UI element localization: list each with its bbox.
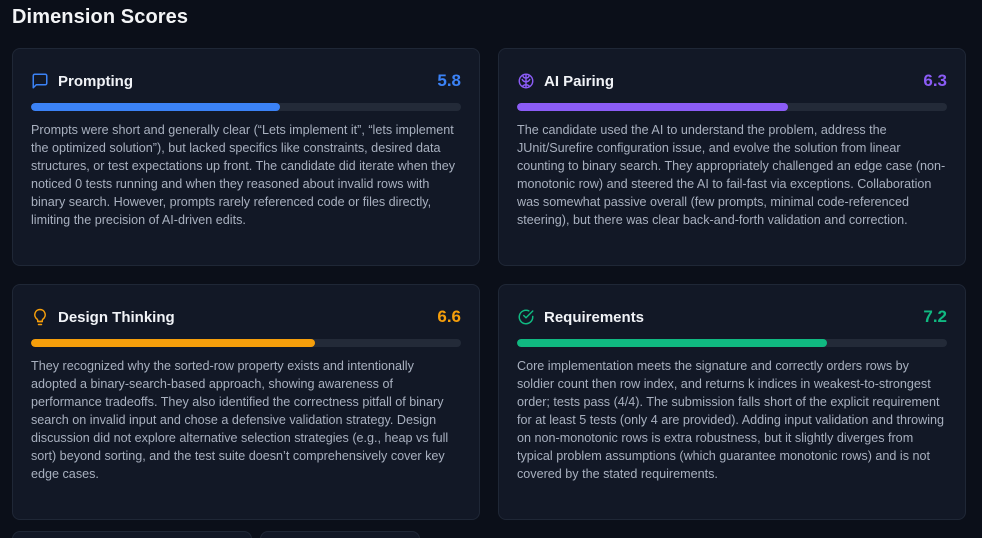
card-header: Requirements 7.2	[517, 305, 947, 329]
score-progress-bar	[31, 339, 461, 347]
card-header: Design Thinking 6.6	[31, 305, 461, 329]
card-title: Prompting	[58, 72, 133, 90]
score-progress-bar	[517, 103, 947, 111]
score-progress-fill	[31, 103, 281, 111]
card-score: 6.6	[437, 307, 461, 326]
check-circle-icon	[517, 308, 535, 326]
card-title: Requirements	[544, 308, 645, 326]
dimension-scores-page: Dimension Scores Prompting 5.8 Prompts w…	[0, 0, 982, 538]
message-square-icon	[31, 72, 49, 90]
score-progress-bar	[31, 103, 461, 111]
next-card-stub	[260, 531, 420, 538]
card-requirements: Requirements 7.2 Core implementation mee…	[498, 284, 966, 520]
card-design-thinking: Design Thinking 6.6 They recognized why …	[12, 284, 480, 520]
card-header: AI Pairing 6.3	[517, 69, 947, 93]
next-card-stub	[12, 531, 252, 538]
lightbulb-icon	[31, 308, 49, 326]
section-title: Dimension Scores	[12, 6, 189, 28]
card-description: The candidate used the AI to understand …	[517, 123, 946, 227]
card-prompting: Prompting 5.8 Prompts were short and gen…	[12, 48, 480, 266]
card-title: AI Pairing	[544, 72, 615, 90]
card-ai-pairing: AI Pairing 6.3 The candidate used the AI…	[498, 48, 966, 266]
card-description: Prompts were short and generally clear (…	[31, 123, 455, 227]
card-title: Design Thinking	[58, 308, 175, 326]
card-header: Prompting 5.8	[31, 69, 461, 93]
card-description: They recognized why the sorted-row prope…	[31, 359, 449, 481]
score-progress-bar	[517, 339, 947, 347]
card-score: 5.8	[437, 71, 461, 90]
card-score: 7.2	[923, 307, 947, 326]
card-description: Core implementation meets the signature …	[517, 359, 945, 481]
brain-icon	[517, 72, 535, 90]
score-progress-fill	[31, 339, 315, 347]
score-progress-fill	[517, 339, 827, 347]
score-progress-fill	[517, 103, 788, 111]
card-score: 6.3	[923, 71, 947, 90]
